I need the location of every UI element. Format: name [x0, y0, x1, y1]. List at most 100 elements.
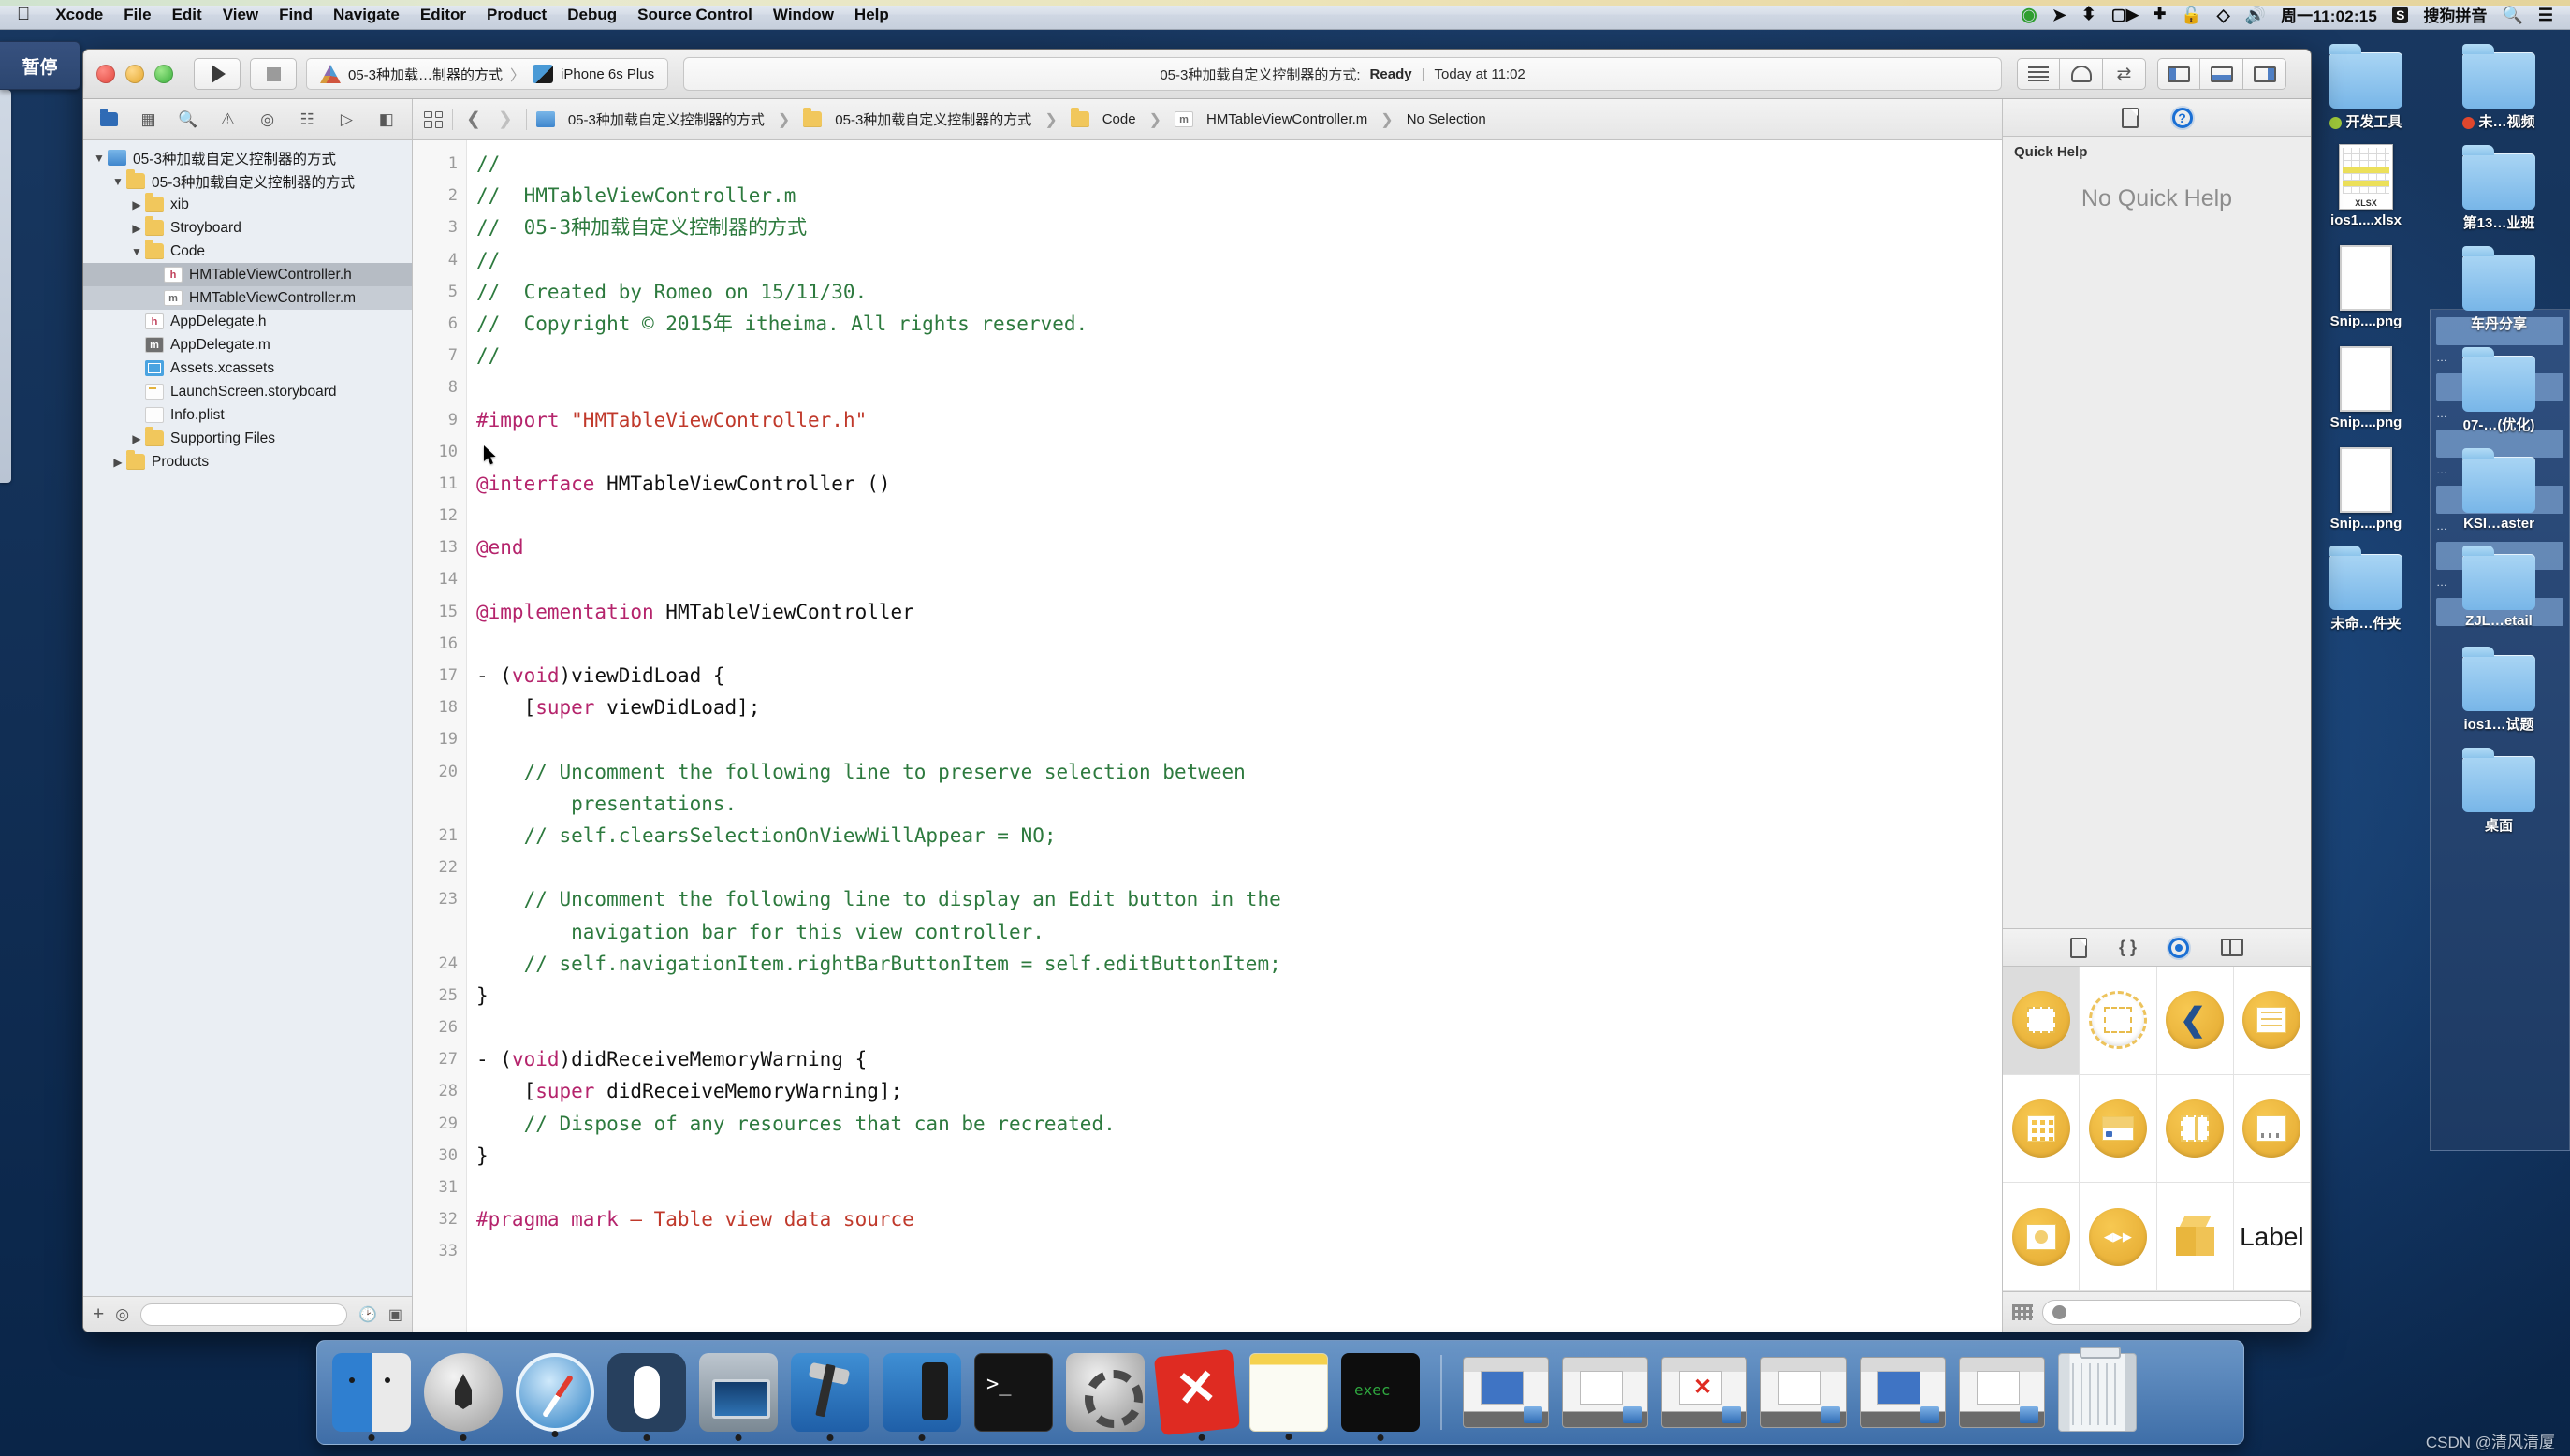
- desktop-icon[interactable]: 07-…(优化): [2435, 339, 2563, 434]
- library-item-storyboard-reference-object[interactable]: [2080, 967, 2157, 1075]
- file-template-library-icon[interactable]: [2069, 937, 2087, 958]
- menu-item-debug[interactable]: Debug: [557, 6, 627, 24]
- notification-center-icon[interactable]: ☰: [2538, 7, 2553, 23]
- dock-minimized-window[interactable]: [1860, 1357, 1946, 1428]
- dock-item-terminal[interactable]: [974, 1353, 1053, 1432]
- dock-trash-icon[interactable]: [2058, 1347, 2137, 1432]
- run-button[interactable]: [194, 58, 241, 90]
- library-item-label-object[interactable]: Label: [2233, 1183, 2311, 1291]
- dock-item-notes[interactable]: [1249, 1353, 1328, 1440]
- dock-item-mouse-app[interactable]: [607, 1353, 686, 1441]
- desktop-icon[interactable]: 开发工具: [2302, 36, 2430, 131]
- dock-minimized-window[interactable]: [1959, 1357, 2045, 1428]
- tree-row-stroyboard[interactable]: ▶ Stroyboard: [83, 216, 412, 240]
- desktop-icon[interactable]: Snip....png: [2302, 440, 2430, 531]
- dock-item-xmind[interactable]: [1153, 1348, 1241, 1442]
- menu-item-file[interactable]: File: [113, 6, 161, 24]
- dock-minimized-window[interactable]: [1760, 1357, 1847, 1428]
- breadcrumb-group[interactable]: 05-3种加载自定义控制器的方式: [803, 108, 1031, 129]
- tree-row-hmtableviewcontroller.h[interactable]: h HMTableViewController.h: [83, 263, 412, 286]
- library-filter-input[interactable]: [2042, 1299, 2301, 1325]
- breadcrumb-file[interactable]: m HMTableViewController.m: [1174, 111, 1367, 127]
- report-navigator-tab[interactable]: ◧: [367, 99, 406, 140]
- code-snippet-library-icon[interactable]: { }: [2119, 938, 2137, 957]
- project-file-tree[interactable]: ▼ 05-3种加载自定义控制器的方式 ▼ 05-3种加载自定义控制器的方式 ▶ xib ▶ S…: [83, 140, 412, 1296]
- tree-row-assets.xcassets[interactable]: Assets.xcassets: [83, 357, 412, 380]
- dock-minimized-window[interactable]: [1463, 1357, 1549, 1428]
- desktop-icon[interactable]: Snip....png: [2302, 238, 2430, 333]
- desktop-icon[interactable]: ios1…试题: [2435, 638, 2563, 734]
- desktop-icon[interactable]: KSI…aster: [2435, 440, 2563, 531]
- menu-item-navigate[interactable]: Navigate: [323, 6, 410, 24]
- menu-bar-clock[interactable]: 周一11:02:15: [2281, 3, 2377, 26]
- quick-help-inspector-icon[interactable]: ?: [2171, 107, 2193, 128]
- project-navigator-tab[interactable]: [89, 99, 128, 140]
- object-library-grid[interactable]: ❮ ◀▶▶ Label: [2003, 967, 2311, 1292]
- dock-item-finder[interactable]: [332, 1353, 411, 1441]
- airplay-icon[interactable]: ✚: [2154, 7, 2166, 22]
- disclosure-closed-icon[interactable]: ▶: [128, 222, 145, 235]
- tree-row-info.plist[interactable]: Info.plist: [83, 403, 412, 427]
- apple-menu-icon[interactable]: : [0, 5, 45, 25]
- bluetooth-icon[interactable]: ⬍: [2081, 6, 2096, 23]
- tree-row-products[interactable]: ▶ Products: [83, 450, 412, 473]
- desktop-icon[interactable]: ZJL…etail: [2435, 537, 2563, 633]
- disclosure-open-icon[interactable]: ▼: [110, 175, 126, 188]
- disclosure-open-icon[interactable]: ▼: [128, 245, 145, 258]
- library-item-view-controller-object[interactable]: [2003, 967, 2081, 1075]
- filter-clock-icon[interactable]: 🕑: [358, 1305, 377, 1324]
- library-item-page-view-controller-object[interactable]: [2233, 1074, 2311, 1184]
- filter-source-control-icon[interactable]: ▣: [388, 1305, 402, 1324]
- menu-item-edit[interactable]: Edit: [162, 6, 212, 24]
- library-view-toggle-icon[interactable]: [2012, 1303, 2033, 1320]
- menu-item-help[interactable]: Help: [844, 6, 899, 24]
- spotlight-search-icon[interactable]: 🔍: [2502, 7, 2522, 23]
- zoom-button[interactable]: [154, 65, 173, 83]
- send-icon[interactable]: ➤: [2052, 7, 2066, 23]
- menu-item-editor[interactable]: Editor: [410, 6, 476, 24]
- minimize-button[interactable]: [125, 65, 144, 83]
- library-item-split-view-controller-object[interactable]: [2156, 1074, 2234, 1184]
- dock-item-safari[interactable]: [516, 1353, 594, 1437]
- disclosure-closed-icon[interactable]: ▶: [110, 456, 126, 469]
- breadcrumb-selection[interactable]: No Selection: [1407, 111, 1486, 127]
- tree-row-053[interactable]: ▼ 05-3种加载自定义控制器的方式: [83, 169, 412, 193]
- dock-minimized-window[interactable]: [1562, 1357, 1648, 1428]
- breadcrumb-code-folder[interactable]: Code: [1070, 108, 1136, 127]
- symbol-navigator-tab[interactable]: ▦: [128, 99, 168, 140]
- tree-row-appdelegate.h[interactable]: h AppDelegate.h: [83, 310, 412, 333]
- debug-navigator-tab[interactable]: ☷: [287, 99, 327, 140]
- tree-row-code[interactable]: ▼ Code: [83, 240, 412, 263]
- lock-icon[interactable]: 🔓: [2181, 7, 2201, 23]
- desktop-icon[interactable]: 第13…业班: [2435, 137, 2563, 232]
- ime-badge-icon[interactable]: S: [2392, 6, 2409, 23]
- filter-recent-icon[interactable]: ◎: [115, 1305, 129, 1324]
- disclosure-closed-icon[interactable]: ▶: [128, 198, 145, 211]
- library-item-object-cube[interactable]: [2156, 1183, 2234, 1291]
- desktop-icon[interactable]: Snip....png: [2302, 339, 2430, 434]
- version-editor-button[interactable]: ⇄: [2103, 58, 2146, 90]
- disclosure-open-icon[interactable]: ▼: [91, 152, 108, 165]
- desktop-icon[interactable]: 桌面: [2435, 739, 2563, 835]
- object-library-icon[interactable]: [2168, 937, 2189, 958]
- tree-row-hmtableviewcontroller.m[interactable]: m HMTableViewController.m: [83, 286, 412, 310]
- dropbox-icon[interactable]: ◇: [2217, 7, 2230, 23]
- add-file-button[interactable]: +: [93, 1303, 104, 1326]
- dock-item-exec-app[interactable]: [1341, 1353, 1420, 1441]
- go-forward-button[interactable]: ❯: [494, 109, 517, 130]
- scheme-selector[interactable]: 05-3种加载…制器的方式 〉 iPhone 6s Plus: [306, 58, 669, 90]
- desktop-icon[interactable]: XLSX ios1....xlsx: [2302, 137, 2430, 232]
- dock-item-xcode[interactable]: [791, 1353, 869, 1441]
- library-item-avkit-player-controller-object[interactable]: ◀▶▶: [2080, 1183, 2157, 1291]
- assistant-editor-button[interactable]: [2060, 58, 2103, 90]
- toggle-utilities-button[interactable]: [2243, 58, 2286, 90]
- issue-navigator-tab[interactable]: ⚠: [208, 99, 247, 140]
- close-button[interactable]: [96, 65, 115, 83]
- go-back-button[interactable]: ❮: [462, 109, 485, 130]
- source-editor[interactable]: 1 2 3 4 5 6 7 8 9 10 11 12 13 14 15 16 17 18 19 20 21 22 23 24 2…: [413, 140, 2002, 1332]
- tree-row-053[interactable]: ▼ 05-3种加载自定义控制器的方式: [83, 146, 412, 169]
- library-item-navigation-controller-object[interactable]: ❮: [2156, 967, 2234, 1075]
- menu-item-xcode[interactable]: Xcode: [45, 6, 113, 24]
- record-icon[interactable]: ◉: [2021, 6, 2037, 24]
- disclosure-closed-icon[interactable]: ▶: [128, 432, 145, 445]
